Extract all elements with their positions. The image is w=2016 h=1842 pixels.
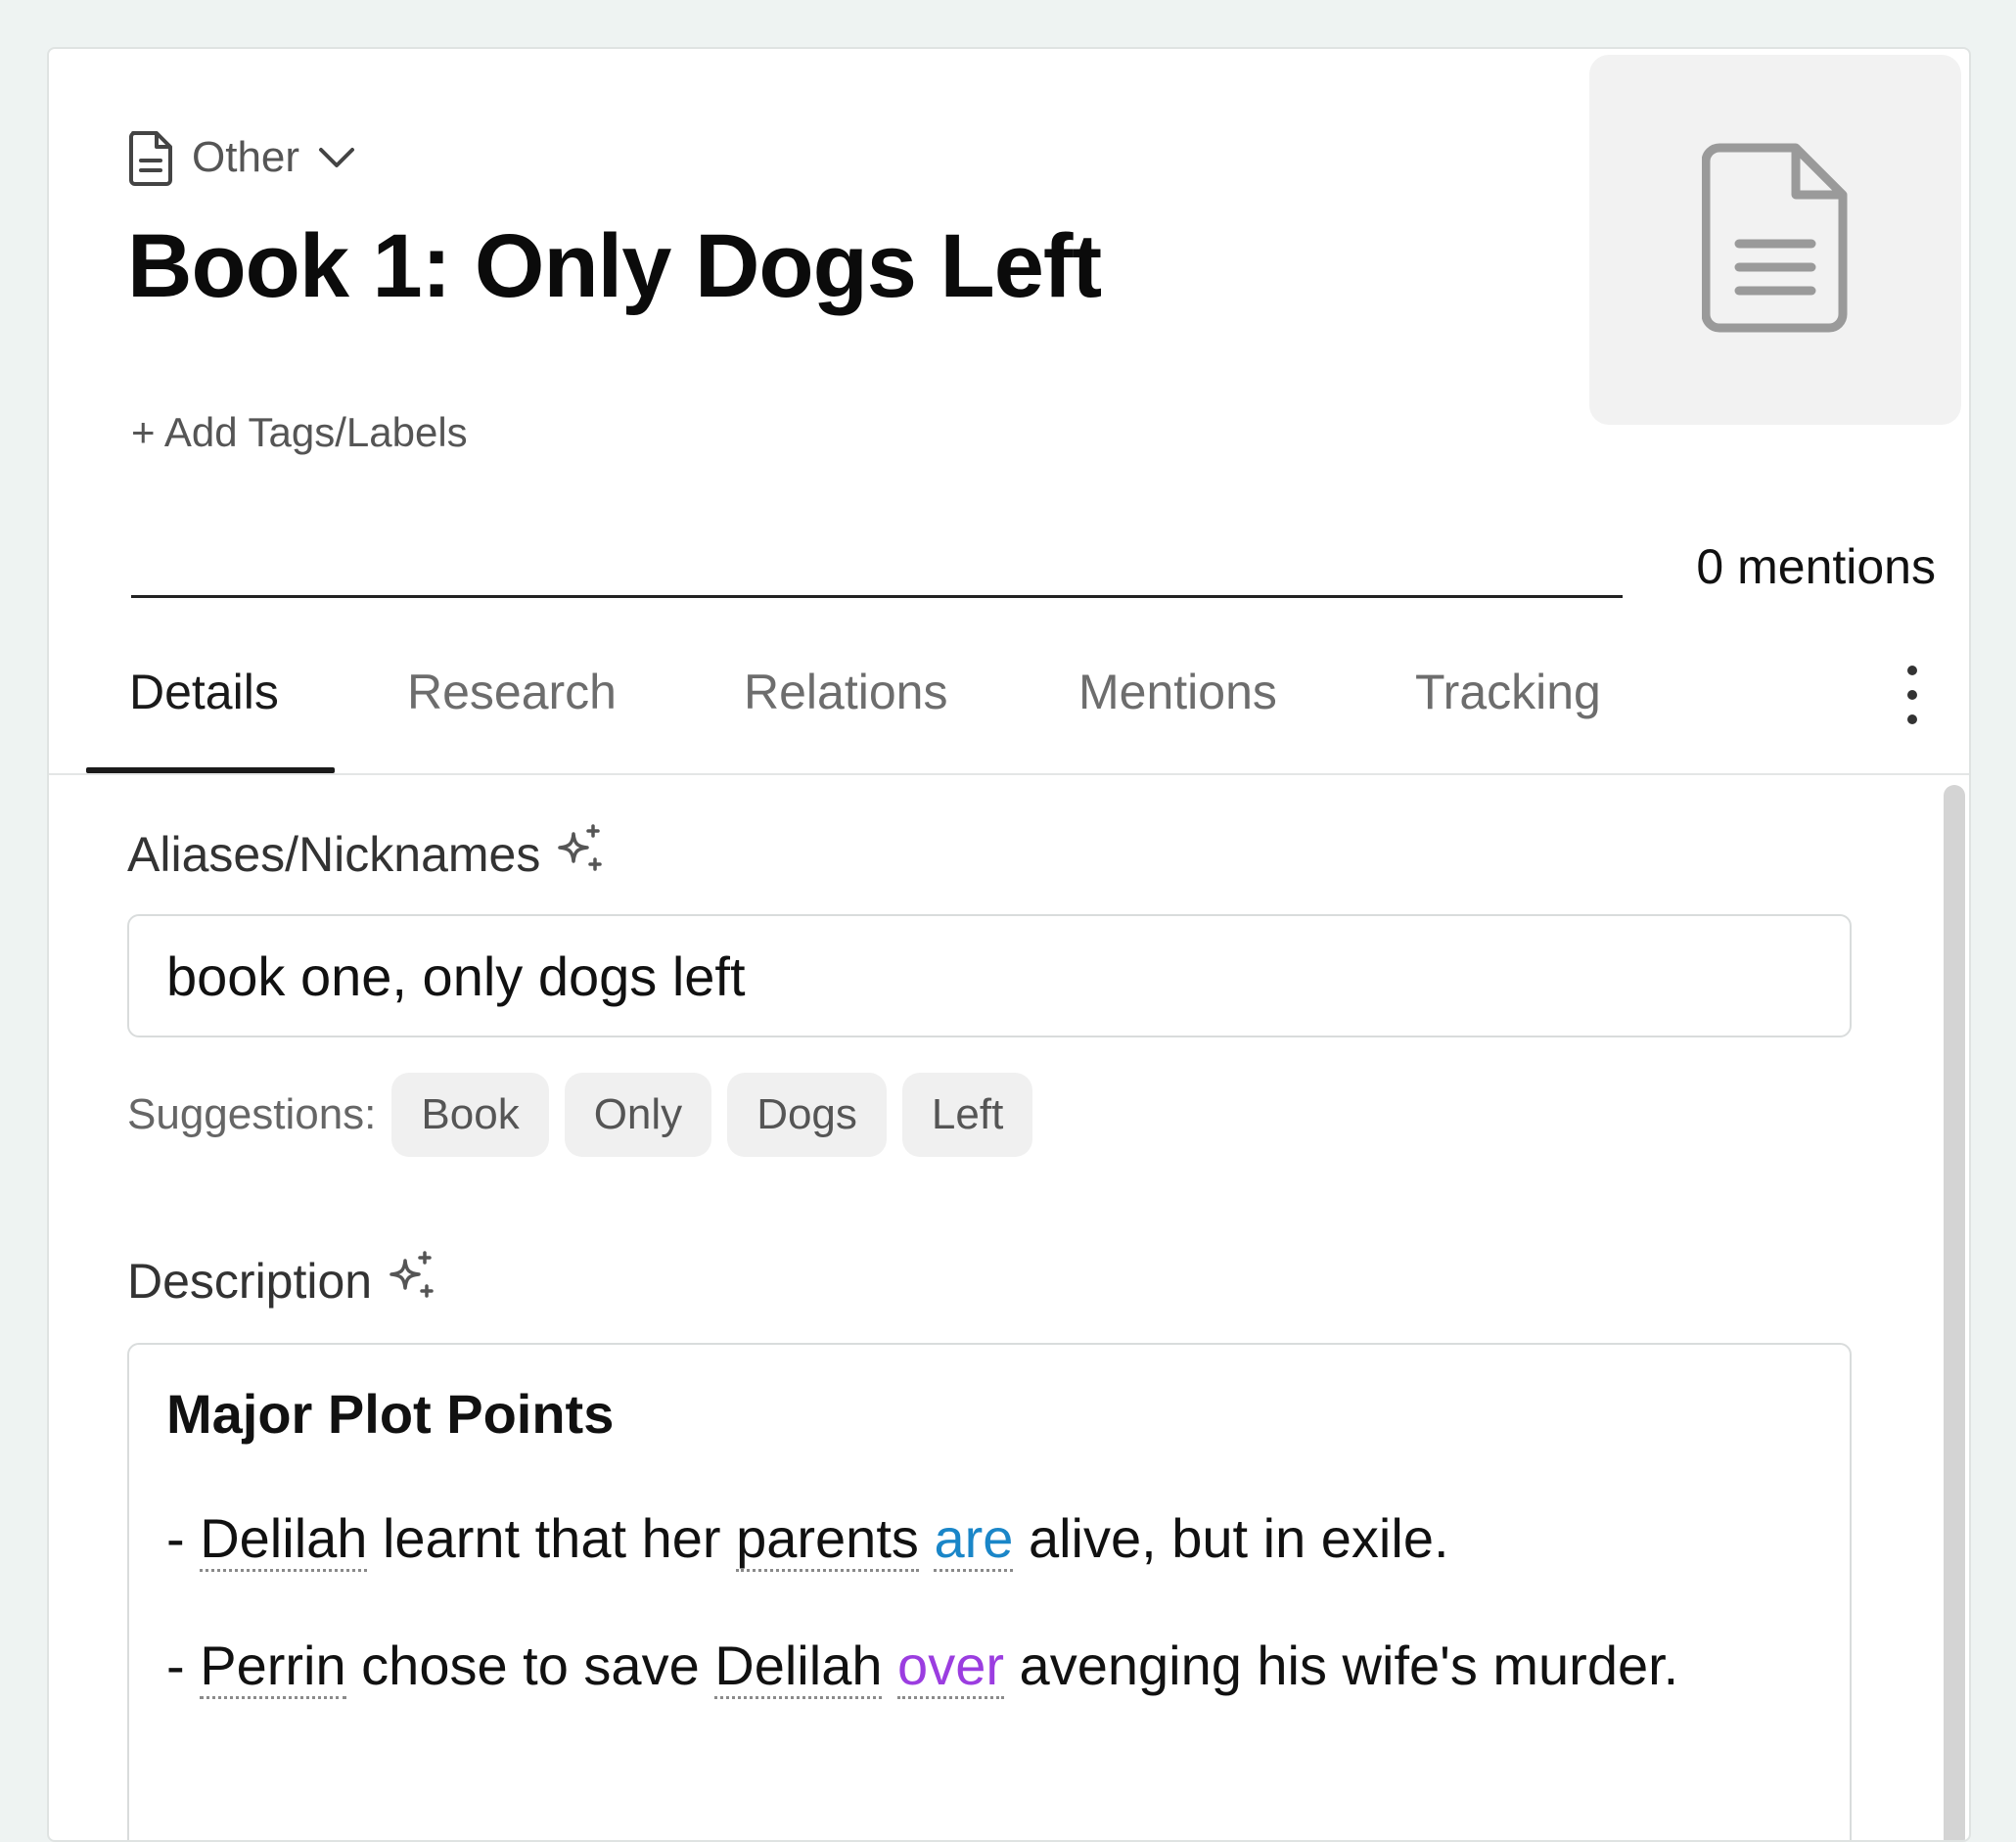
entity-mention[interactable]: are bbox=[934, 1507, 1014, 1572]
type-label: Other bbox=[192, 133, 300, 181]
suggestion-chip[interactable]: Only bbox=[564, 1073, 712, 1157]
tab-mentions[interactable]: Mentions bbox=[1078, 664, 1277, 720]
type-selector[interactable]: Other bbox=[127, 129, 356, 186]
entity-mention[interactable]: Delilah bbox=[200, 1507, 368, 1572]
alias-suggestions: Suggestions: Book Only Dogs Left bbox=[127, 1073, 1033, 1157]
entry-card: Other Book 1: Only Dogs Left + Add Tags/… bbox=[47, 47, 1971, 1842]
suggestion-chip[interactable]: Left bbox=[901, 1073, 1033, 1157]
suggestions-label: Suggestions: bbox=[127, 1090, 377, 1138]
suggestion-chip[interactable]: Dogs bbox=[727, 1073, 887, 1157]
active-tab-indicator bbox=[86, 767, 335, 773]
description-editor[interactable]: Major Plot Points - Delilah learnt that … bbox=[127, 1343, 1852, 1840]
document-icon bbox=[1701, 142, 1849, 339]
tab-tracking[interactable]: Tracking bbox=[1415, 664, 1601, 720]
entity-mention[interactable]: Delilah bbox=[714, 1635, 883, 1699]
aliases-input[interactable]: book one, only dogs left bbox=[127, 914, 1852, 1037]
tab-research[interactable]: Research bbox=[407, 664, 617, 720]
description-label-text: Description bbox=[127, 1254, 373, 1309]
entry-header: Other Book 1: Only Dogs Left + Add Tags/… bbox=[49, 49, 1969, 775]
aliases-label: Aliases/Nicknames bbox=[127, 822, 607, 887]
plot-point-2: - Perrin chose to save Delilah over aven… bbox=[166, 1620, 1812, 1712]
tab-details[interactable]: Details bbox=[129, 664, 279, 720]
entity-mention[interactable]: parents bbox=[736, 1507, 919, 1572]
suggestion-chip[interactable]: Book bbox=[391, 1073, 549, 1157]
tab-bar: Details Research Relations Mentions Trac… bbox=[49, 642, 1969, 775]
document-icon bbox=[127, 129, 174, 186]
mentions-count[interactable]: 0 mentions bbox=[1696, 538, 1936, 595]
page-title[interactable]: Book 1: Only Dogs Left bbox=[127, 215, 1102, 318]
plot-point-1: - Delilah learnt that her parents are al… bbox=[166, 1493, 1812, 1585]
sparkle-icon[interactable] bbox=[386, 1249, 438, 1313]
entity-mention[interactable]: over bbox=[897, 1635, 1004, 1699]
entry-image-placeholder[interactable] bbox=[1589, 55, 1961, 425]
vertical-scrollbar[interactable] bbox=[1944, 785, 1965, 1840]
chevron-down-icon bbox=[317, 146, 356, 169]
description-label: Description bbox=[127, 1249, 438, 1313]
sparkle-icon[interactable] bbox=[554, 822, 607, 887]
aliases-label-text: Aliases/Nicknames bbox=[127, 827, 541, 882]
description-heading: Major Plot Points bbox=[166, 1383, 615, 1445]
title-divider bbox=[131, 595, 1623, 598]
tab-relations[interactable]: Relations bbox=[744, 664, 947, 720]
kebab-menu-icon[interactable] bbox=[1902, 666, 1922, 724]
add-tags-button[interactable]: + Add Tags/Labels bbox=[131, 409, 468, 456]
entity-mention[interactable]: Perrin bbox=[200, 1635, 346, 1699]
